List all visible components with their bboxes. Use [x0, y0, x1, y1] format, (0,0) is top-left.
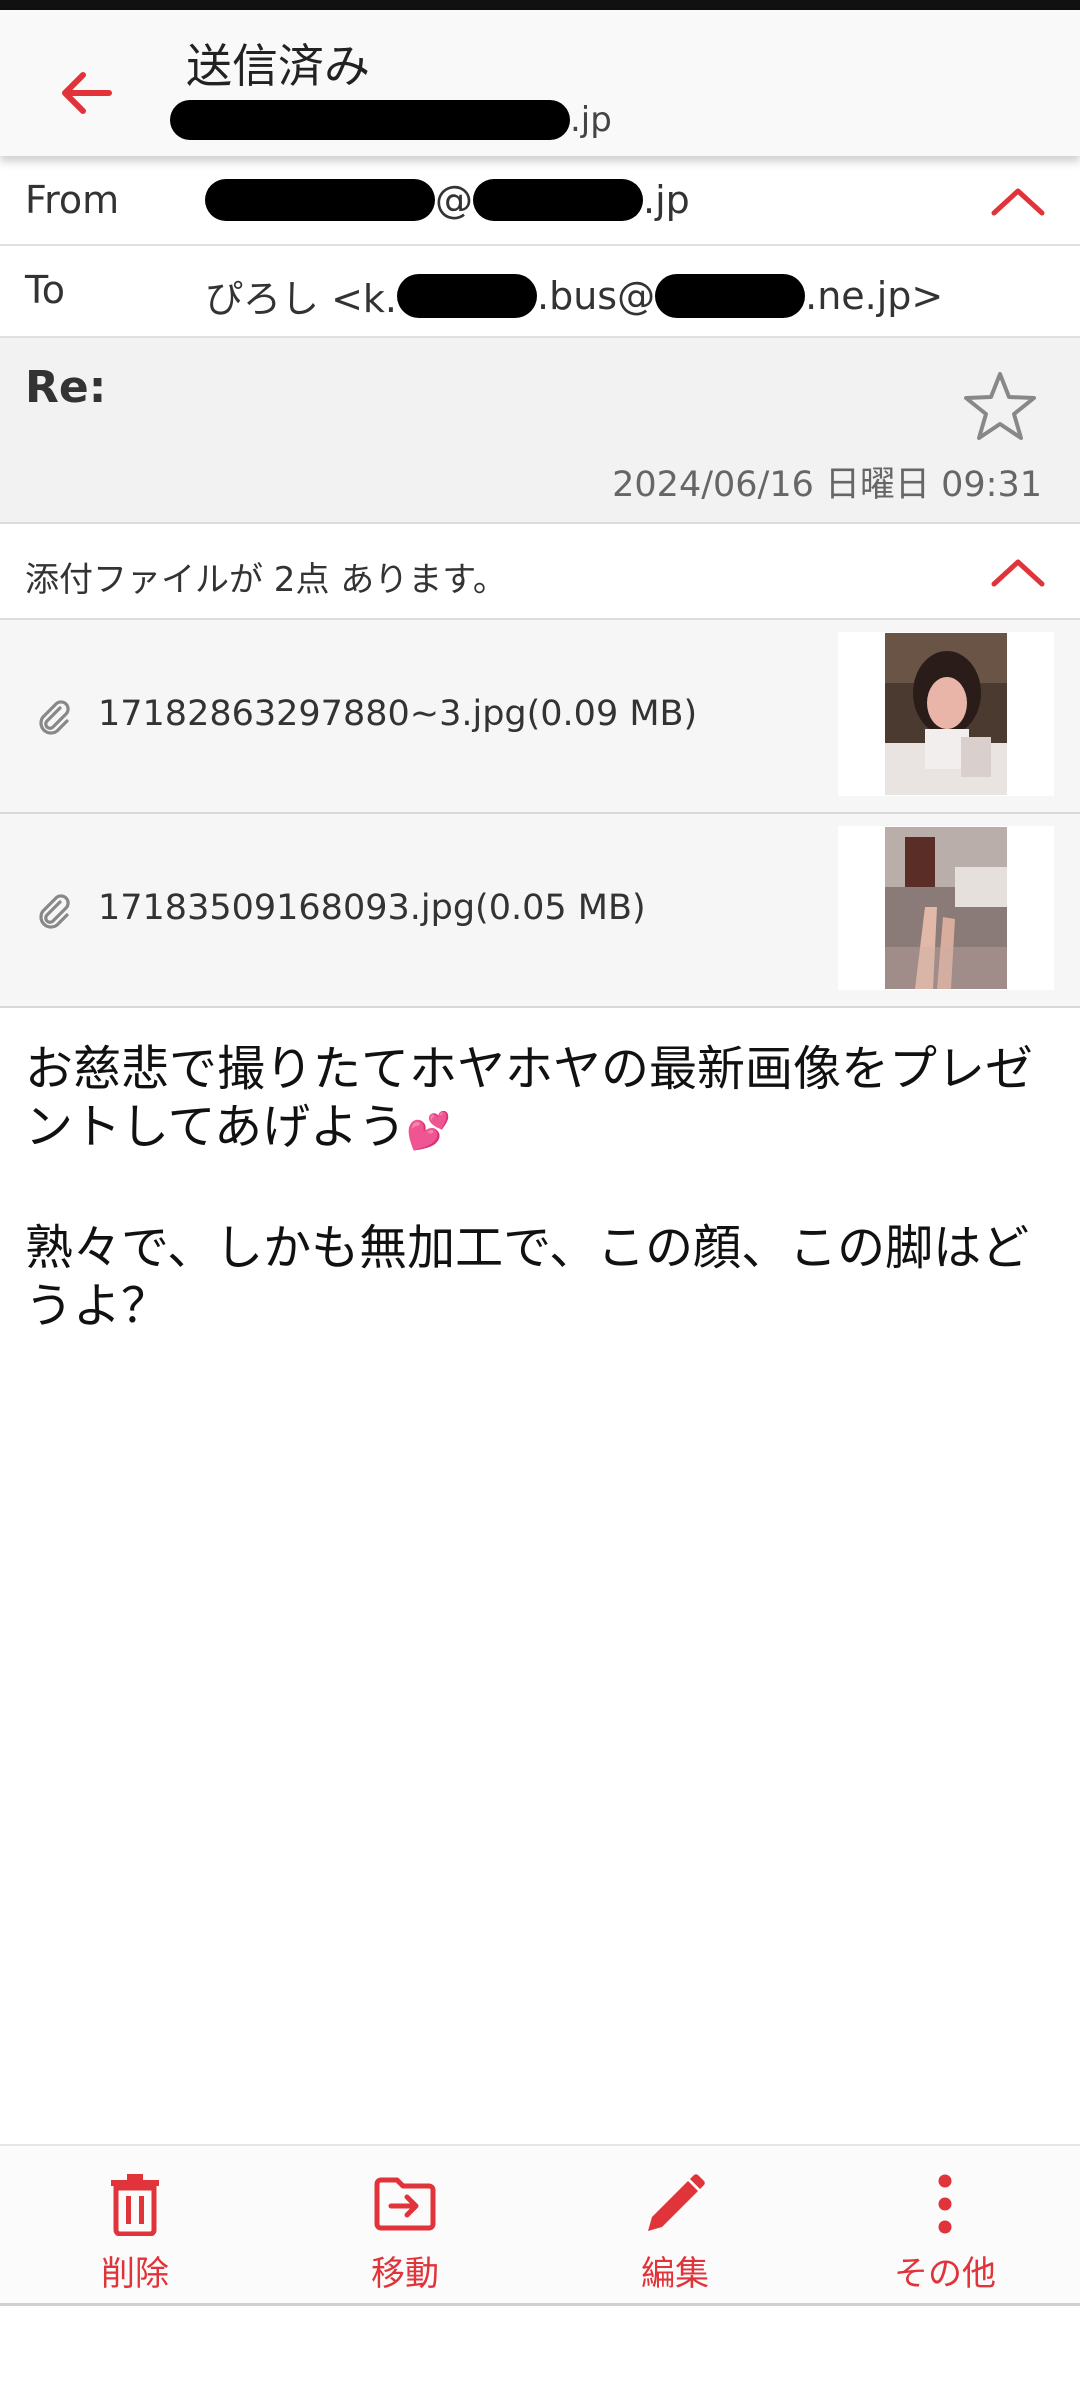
app-bar: 送信済み .jp [0, 10, 1080, 156]
more-button[interactable]: その他 [810, 2146, 1080, 2306]
redaction-mark [397, 273, 538, 318]
attachment-item[interactable]: 17182863297880~3.jpg(0.09 MB) [0, 620, 1080, 814]
status-bar [0, 0, 1080, 10]
page-title: 送信済み [186, 39, 370, 93]
to-value[interactable]: ぴろし <k. .bus@ .ne.jp> [205, 268, 943, 323]
collapse-attachments-button[interactable] [986, 540, 1050, 604]
more-vertical-icon [938, 2174, 952, 2234]
body-paragraph: お慈悲で撮りたてホヤホヤの最新画像をプレゼントしてあげよう💕 [25, 1040, 1065, 1161]
attachment-thumbnail[interactable] [838, 632, 1054, 796]
redaction-mark [473, 179, 643, 221]
move-button[interactable]: 移動 [270, 2146, 540, 2306]
edit-button[interactable]: 編集 [540, 2146, 810, 2306]
sent-date: 2024/06/16 日曜日 09:31 [612, 465, 1042, 505]
attachment-name: 17182863297880~3.jpg(0.09 MB) [98, 694, 698, 734]
account-address-suffix: .jp [570, 100, 612, 140]
from-row: From @ .jp [0, 156, 1080, 246]
delete-button[interactable]: 削除 [0, 2146, 270, 2306]
paperclip-icon [39, 700, 70, 735]
paperclip-icon [39, 894, 70, 929]
attachments-header: 添付ファイルが 2点 あります。 [0, 524, 1080, 620]
message-body: お慈悲で撮りたてホヤホヤの最新画像をプレゼントしてあげよう💕 熟々で、しかも無加… [25, 1040, 1065, 1335]
body-paragraph-text: お慈悲で撮りたてホヤホヤの最新画像をプレゼントしてあげよう [25, 1041, 1034, 1155]
photo-thumbnail-legs [885, 827, 1007, 989]
redaction-mark [655, 273, 806, 318]
more-label: その他 [894, 2254, 996, 2294]
delete-label: 削除 [101, 2254, 169, 2294]
chevron-up-icon [991, 188, 1045, 216]
attachments-summary: 添付ファイルが 2点 あります。 [25, 560, 507, 600]
photo-thumbnail-portrait [885, 633, 1007, 795]
from-value[interactable]: @ .jp [205, 178, 690, 222]
redaction-mark [205, 179, 435, 221]
heart-emoji: 💕 [406, 1111, 451, 1152]
from-label: From [25, 178, 120, 222]
body-paragraph: 熟々で、しかも無加工で、この顔、この脚はどうよ？ [25, 1220, 1030, 1334]
attachment-thumbnail[interactable] [838, 826, 1054, 990]
attachment-name: 17183509168093.jpg(0.05 MB) [98, 888, 646, 928]
arrow-left-icon [62, 72, 112, 114]
to-label: To [25, 268, 66, 312]
to-value-mid: .bus@ [537, 273, 656, 318]
to-row: To ぴろし <k. .bus@ .ne.jp> [0, 246, 1080, 338]
move-folder-icon [374, 2177, 436, 2231]
attachment-item[interactable]: 17183509168093.jpg(0.05 MB) [0, 814, 1080, 1008]
subject-block: Re: 2024/06/16 日曜日 09:31 [0, 338, 1080, 524]
bottom-action-bar: 削除 移動 編集 その他 [0, 2144, 1080, 2306]
pencil-icon [648, 2174, 705, 2231]
redaction-mark [170, 100, 570, 140]
back-button[interactable] [40, 48, 130, 138]
subject-text: Re: [25, 362, 107, 413]
account-address: .jp [170, 100, 612, 140]
trash-icon [111, 2174, 159, 2236]
chevron-up-icon [991, 559, 1045, 587]
move-label: 移動 [371, 2254, 439, 2294]
star-icon [964, 372, 1036, 440]
to-value-suffix: .ne.jp> [805, 273, 944, 318]
collapse-header-button[interactable] [986, 169, 1050, 233]
from-value-mid: @ [435, 178, 473, 222]
to-value-prefix: ぴろし <k. [205, 277, 398, 321]
from-value-suffix: .jp [643, 178, 690, 222]
edit-label: 編集 [641, 2254, 709, 2294]
favorite-button[interactable] [960, 366, 1040, 446]
